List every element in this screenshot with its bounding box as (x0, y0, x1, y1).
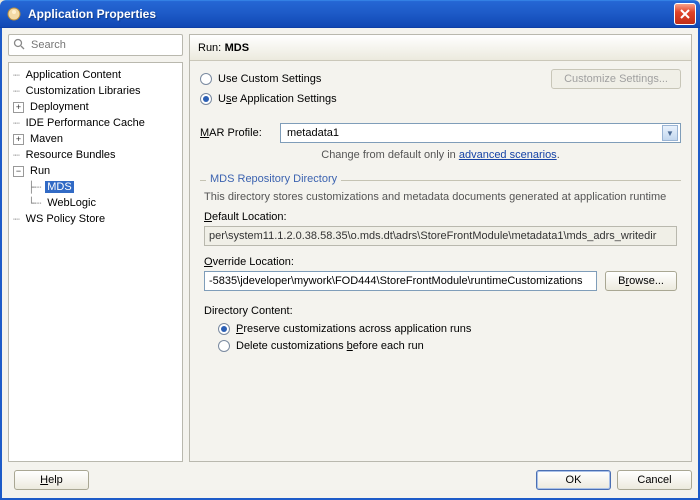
override-location-field[interactable]: -5835\jdeveloper\mywork\FOD444\StoreFron… (204, 271, 597, 291)
advanced-scenarios-link[interactable]: advanced scenarios (459, 149, 557, 161)
search-box[interactable] (8, 34, 183, 56)
default-location-field: per\system11.1.2.0.38.58.35\o.mds.dt\adr… (204, 226, 677, 246)
close-button[interactable] (674, 3, 696, 25)
title-bar: Application Properties (0, 0, 700, 28)
help-button[interactable]: Help (14, 470, 89, 490)
search-input[interactable] (29, 38, 178, 52)
section-header: Run: MDS (190, 35, 691, 61)
preserve-label: Preserve customizations across applicati… (236, 323, 471, 335)
override-location-label: Override Location: (204, 256, 677, 268)
tree-customization-libraries[interactable]: Customization Libraries (24, 85, 143, 97)
mar-profile-combo[interactable]: metadata1 ▼ (280, 123, 681, 143)
expand-maven-icon[interactable]: + (13, 134, 24, 145)
group-legend: MDS Repository Directory (206, 173, 341, 185)
tree-resource-bundles[interactable]: Resource Bundles (24, 149, 118, 161)
ok-button[interactable]: OK (536, 470, 611, 490)
delete-radio[interactable] (218, 340, 230, 352)
section-header-prefix: Run: (198, 42, 221, 54)
window-body: ┈Application Content ┈Customization Libr… (0, 28, 700, 500)
use-application-settings-radio[interactable] (200, 93, 212, 105)
chevron-down-icon[interactable]: ▼ (662, 125, 678, 141)
expand-deployment-icon[interactable]: + (13, 102, 24, 113)
tree-app-content[interactable]: Application Content (24, 69, 123, 81)
browse-button[interactable]: Browse... (605, 271, 677, 291)
mds-repository-group: MDS Repository Directory This directory … (200, 173, 681, 359)
directory-content-label: Directory Content: (204, 305, 677, 317)
tree-ws-policy[interactable]: WS Policy Store (24, 213, 107, 225)
tree-ide-cache[interactable]: IDE Performance Cache (24, 117, 147, 129)
group-description: This directory stores customizations and… (204, 191, 677, 203)
window-title: Application Properties (28, 7, 674, 21)
collapse-run-icon[interactable]: − (13, 166, 24, 177)
tree-run-mds[interactable]: MDS (45, 181, 73, 193)
mar-hint: Change from default only in advanced sce… (200, 149, 681, 161)
cancel-button[interactable]: Cancel (617, 470, 692, 490)
section-header-title: MDS (225, 42, 249, 54)
use-custom-settings-radio[interactable] (200, 73, 212, 85)
dialog-footer: Help OK Cancel (8, 462, 692, 492)
right-panel: Run: MDS Use Custom Settings Use Applica… (189, 34, 692, 462)
customize-settings-button: Customize Settings... (551, 69, 681, 89)
tree-run[interactable]: Run (28, 165, 52, 177)
tree-maven[interactable]: Maven (28, 133, 65, 145)
use-custom-settings-label: Use Custom Settings (218, 73, 321, 85)
delete-label: Delete customizations before each run (236, 340, 424, 352)
nav-tree[interactable]: ┈Application Content ┈Customization Libr… (8, 62, 183, 462)
left-panel: ┈Application Content ┈Customization Libr… (8, 34, 183, 462)
tree-deployment[interactable]: Deployment (28, 101, 91, 113)
use-application-settings-label: Use Application Settings (218, 93, 337, 105)
search-icon (13, 38, 25, 53)
mar-profile-label: MAR Profile: (200, 127, 280, 139)
mar-profile-value: metadata1 (287, 127, 339, 139)
preserve-radio[interactable] (218, 323, 230, 335)
app-icon (6, 6, 22, 22)
tree-run-weblogic[interactable]: WebLogic (45, 197, 98, 209)
default-location-label: Default Location: (204, 211, 677, 223)
